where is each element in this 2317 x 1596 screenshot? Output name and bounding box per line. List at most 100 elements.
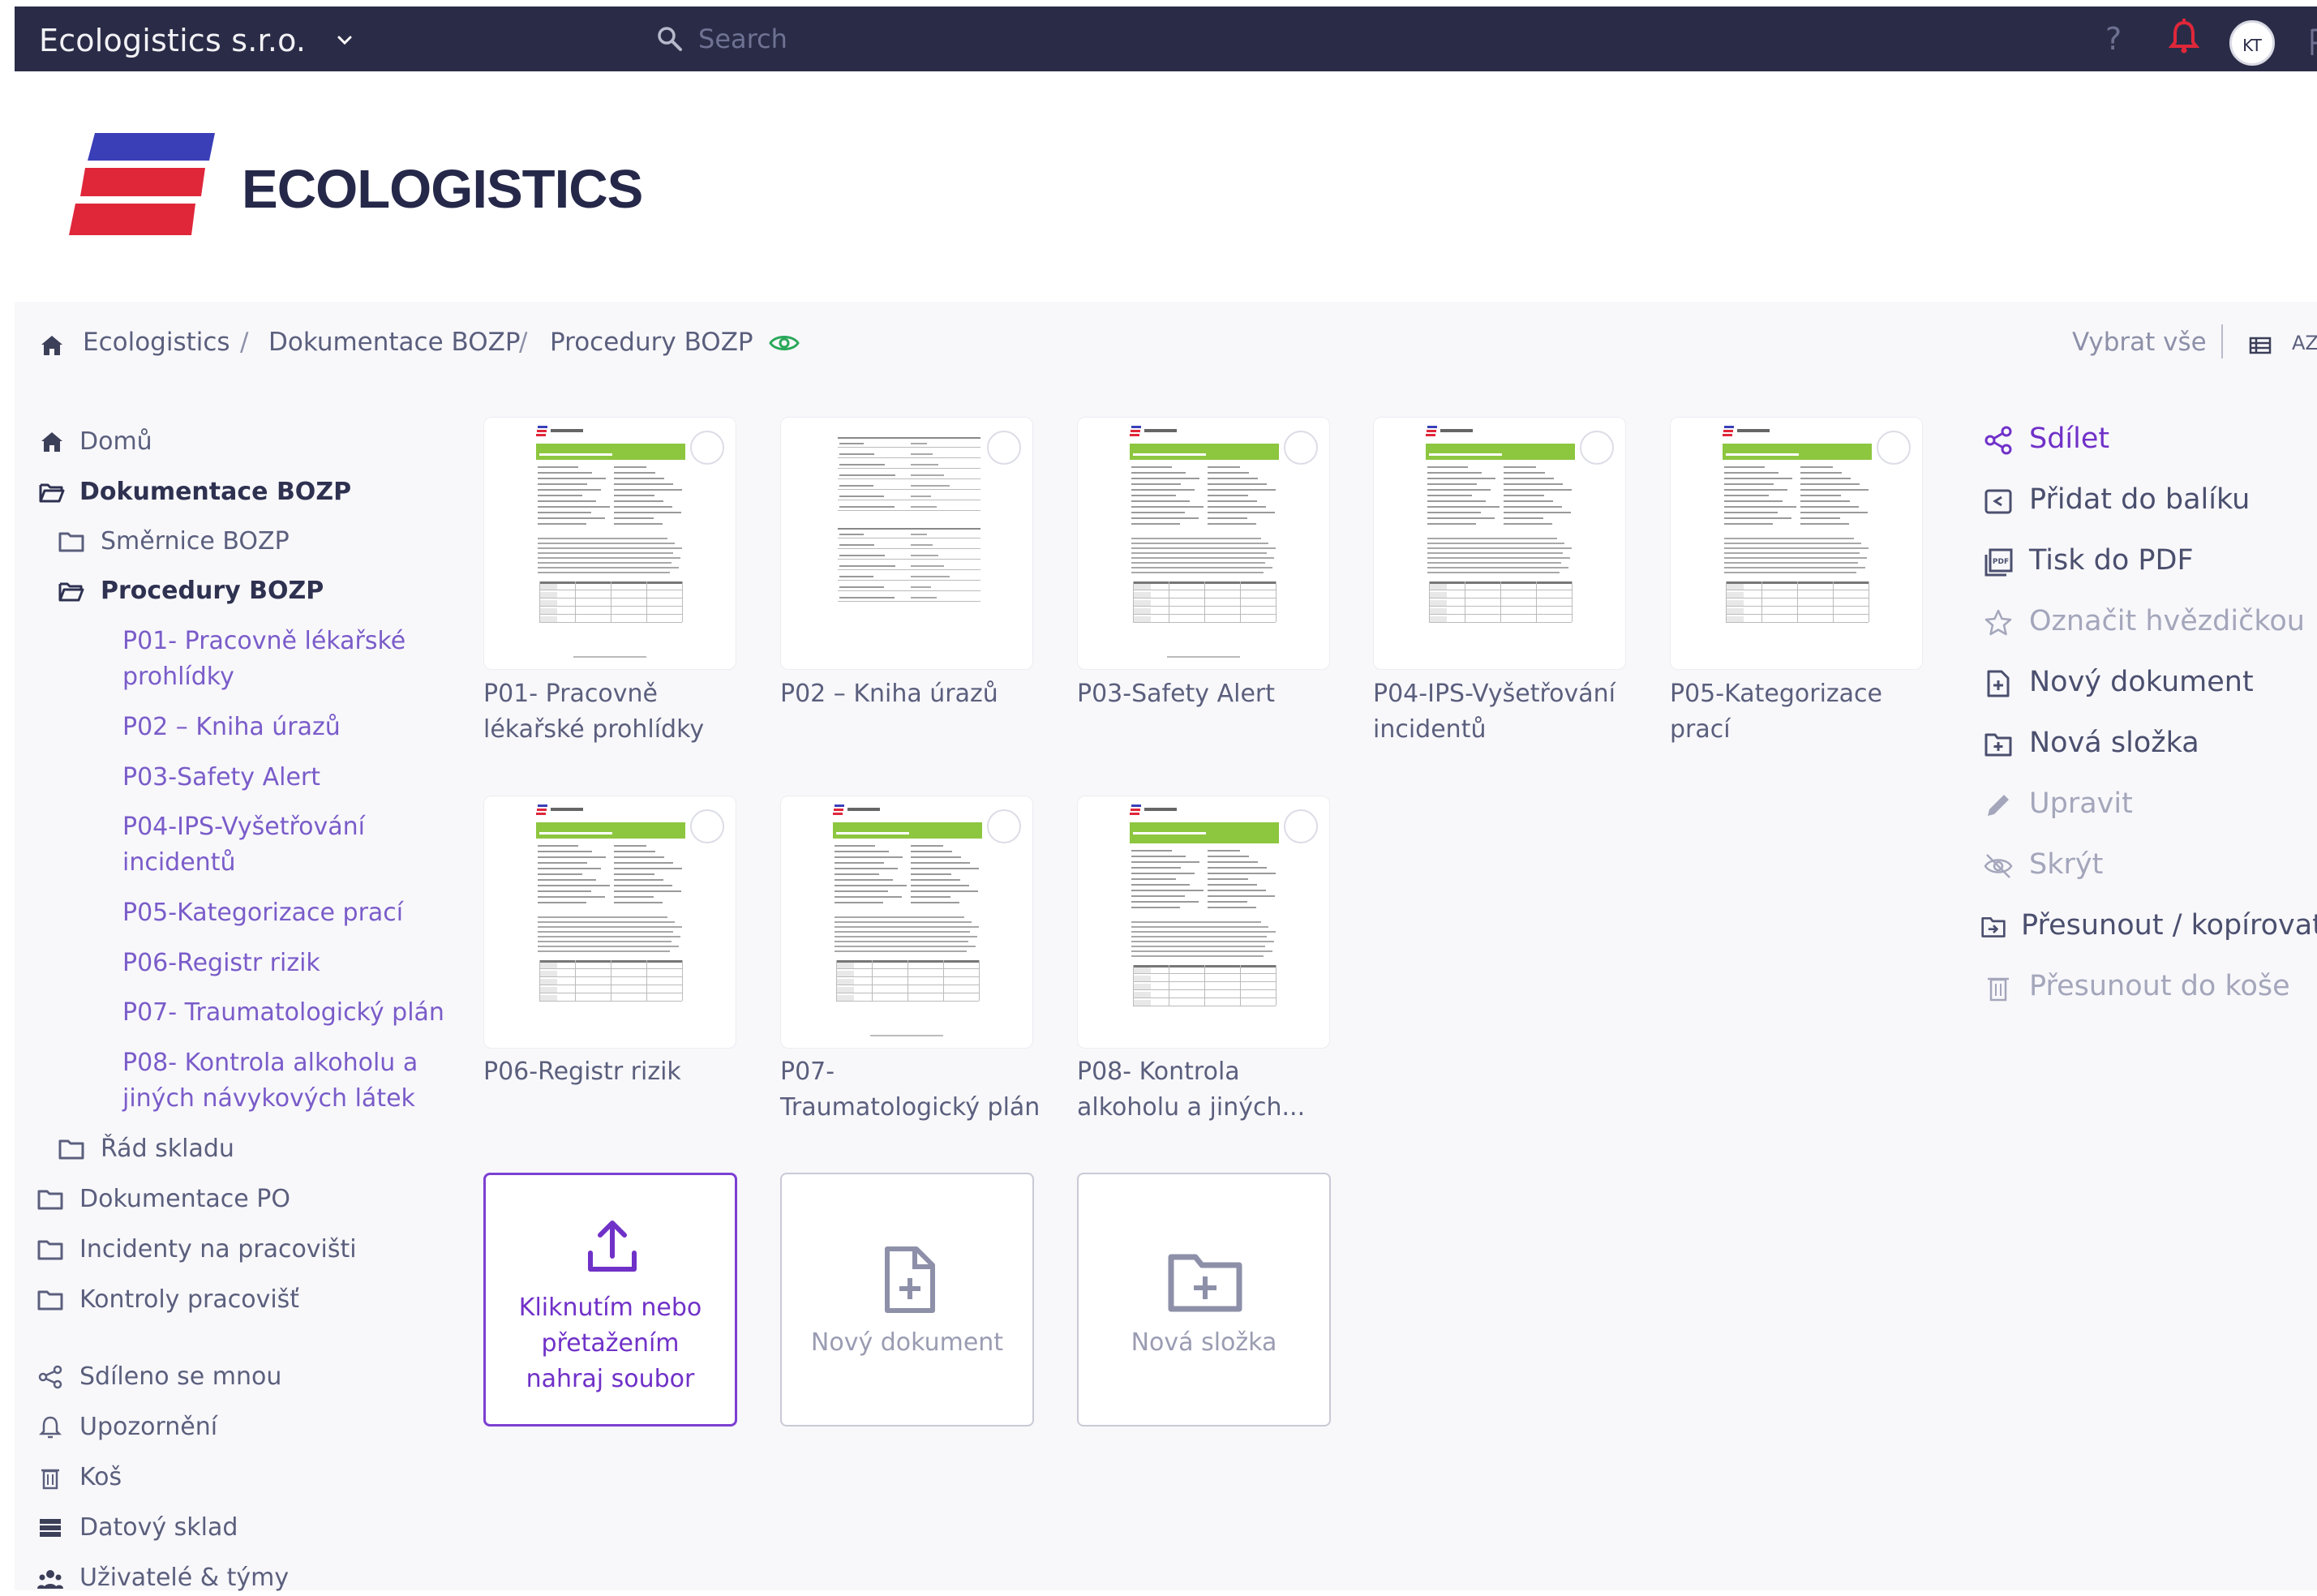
upload-label-line3: nahraj soubor bbox=[526, 1365, 695, 1393]
eye-icon[interactable] bbox=[769, 331, 800, 355]
sidebar-item-data-store[interactable]: Datový sklad bbox=[79, 1510, 238, 1546]
doc-title-p05[interactable]: P05-Kategorizace bbox=[1670, 676, 1937, 712]
doc-title-p04-line2[interactable]: incidentů bbox=[1373, 712, 1641, 748]
sidebar-item-p06[interactable]: P06-Registr rizik bbox=[122, 946, 320, 981]
sidebar-item-p05[interactable]: P05-Kategorizace prací bbox=[122, 895, 403, 931]
document-thumbnail-p04[interactable] bbox=[1373, 417, 1626, 670]
sidebar-item-rad-skladu[interactable]: Řád skladu bbox=[101, 1131, 234, 1167]
sidebar-item-p01-line2[interactable]: prohlídky bbox=[122, 659, 234, 695]
trash-icon bbox=[41, 1469, 59, 1490]
breadcrumb-procedury-bozp: Procedury BOZP bbox=[550, 328, 753, 357]
users-icon bbox=[37, 1570, 63, 1589]
select-checkbox[interactable] bbox=[690, 431, 724, 465]
sort-az-icon[interactable]: AZ bbox=[2292, 332, 2317, 354]
select-all-button[interactable]: Vybrat vše bbox=[2072, 328, 2207, 357]
database-icon bbox=[40, 1519, 61, 1537]
new-folder-tile-label: Nová složka bbox=[1131, 1328, 1277, 1357]
star-icon bbox=[1984, 609, 2012, 636]
doc-title-p08[interactable]: P08- Kontrola bbox=[1077, 1054, 1345, 1090]
action-hide-label: Skrýt bbox=[2029, 848, 2104, 881]
sidebar-item-p02[interactable]: P02 – Kniha úrazů bbox=[122, 710, 341, 745]
sidebar-item-shared[interactable]: Sdíleno se mnou bbox=[79, 1359, 281, 1395]
action-print-pdf-label: Tisk do PDF bbox=[2029, 544, 2194, 577]
help-icon[interactable]: ? bbox=[2105, 21, 2122, 57]
sidebar-item-notifications[interactable]: Upozornění bbox=[79, 1409, 217, 1445]
sidebar-item-p04-line2[interactable]: incidentů bbox=[122, 845, 235, 881]
document-thumbnail-p08[interactable] bbox=[1077, 796, 1330, 1049]
sidebar-item-users[interactable]: Uživatelé & týmy bbox=[79, 1560, 289, 1596]
move-icon bbox=[1981, 917, 2006, 937]
package-icon bbox=[1984, 489, 2012, 514]
svg-text:PDF: PDF bbox=[1993, 558, 2009, 566]
doc-title-p01[interactable]: P01- Pracovně bbox=[483, 676, 751, 712]
doc-title-p06[interactable]: P06-Registr rizik bbox=[483, 1054, 751, 1090]
sidebar-item-trash[interactable]: Koš bbox=[79, 1460, 122, 1495]
document-thumbnail-p05[interactable] bbox=[1670, 417, 1923, 670]
sidebar-item-p01[interactable]: P01- Pracovně lékařské bbox=[122, 624, 405, 659]
doc-title-p03[interactable]: P03-Safety Alert bbox=[1077, 676, 1345, 712]
sidebar-item-p07[interactable]: P07- Traumatologický plán bbox=[122, 995, 444, 1031]
home-icon bbox=[41, 432, 62, 452]
doc-title-p04[interactable]: P04-IPS-Vyšetřování bbox=[1373, 676, 1641, 712]
sidebar-item-kontroly[interactable]: Kontroly pracovišť bbox=[79, 1282, 299, 1318]
doc-title-p07-line2[interactable]: Traumatologický plán bbox=[780, 1090, 1048, 1126]
action-share-label: Sdílet bbox=[2029, 423, 2110, 455]
folder-icon bbox=[37, 1240, 63, 1260]
action-edit-label: Upravit bbox=[2029, 787, 2133, 820]
new-folder-tile[interactable]: Nová složka bbox=[1077, 1173, 1331, 1427]
sidebar-item-dokumentace-bozp[interactable]: Dokumentace BOZP bbox=[79, 474, 351, 510]
home-icon[interactable] bbox=[39, 332, 65, 358]
select-checkbox[interactable] bbox=[1580, 431, 1614, 465]
sidebar-item-home[interactable]: Domů bbox=[79, 424, 152, 460]
share-icon bbox=[1984, 426, 2012, 455]
doc-title-p08-line2[interactable]: alkoholu a jiných... bbox=[1077, 1090, 1345, 1126]
sidebar-item-procedury-bozp[interactable]: Procedury BOZP bbox=[101, 573, 324, 609]
folder-icon bbox=[58, 1139, 84, 1160]
select-checkbox[interactable] bbox=[987, 431, 1021, 465]
select-checkbox[interactable] bbox=[1284, 431, 1318, 465]
sidebar-item-smernice-bozp[interactable]: Směrnice BOZP bbox=[101, 524, 290, 560]
document-thumbnail-p01[interactable] bbox=[483, 417, 736, 670]
organization-name[interactable]: Ecologistics s.r.o. bbox=[39, 23, 306, 58]
doc-title-p05-line2[interactable]: prací bbox=[1670, 712, 1937, 748]
new-folder-icon bbox=[1984, 733, 2012, 757]
sidebar-item-p04[interactable]: P04-IPS-Vyšetřování bbox=[122, 809, 365, 845]
upload-label-line1: Kliknutím nebo bbox=[518, 1294, 702, 1322]
select-checkbox[interactable] bbox=[690, 809, 724, 843]
list-view-icon[interactable] bbox=[2249, 336, 2272, 355]
avatar[interactable]: KT bbox=[2229, 20, 2275, 66]
sidebar-item-dokumentace-po[interactable]: Dokumentace PO bbox=[79, 1182, 290, 1217]
doc-title-p02[interactable]: P02 – Kniha úrazů bbox=[780, 676, 1048, 712]
select-checkbox[interactable] bbox=[1284, 809, 1318, 843]
upload-icon bbox=[588, 1221, 637, 1272]
search-input[interactable]: Search bbox=[698, 24, 787, 54]
new-document-icon bbox=[1987, 670, 2010, 697]
select-checkbox[interactable] bbox=[1877, 431, 1911, 465]
bell-icon[interactable] bbox=[2168, 18, 2200, 57]
document-thumbnail-p07[interactable] bbox=[780, 796, 1033, 1049]
sidebar-item-p03[interactable]: P03-Safety Alert bbox=[122, 760, 320, 796]
upload-label-line2: přetažením bbox=[541, 1329, 680, 1358]
new-document-icon bbox=[885, 1246, 935, 1313]
chevron-down-icon[interactable] bbox=[335, 31, 354, 50]
breadcrumb-separator: / bbox=[240, 328, 249, 357]
doc-title-p07[interactable]: P07- bbox=[780, 1054, 1048, 1090]
folder-open-icon bbox=[58, 582, 84, 602]
document-thumbnail-p06[interactable] bbox=[483, 796, 736, 1049]
new-document-tile[interactable]: Nový dokument bbox=[780, 1173, 1034, 1427]
document-thumbnail-p02[interactable] bbox=[780, 417, 1033, 670]
breadcrumb-ecologistics[interactable]: Ecologistics bbox=[83, 328, 230, 357]
sidebar-item-p08[interactable]: P08- Kontrola alkoholu a bbox=[122, 1045, 418, 1081]
select-checkbox[interactable] bbox=[987, 809, 1021, 843]
sidebar-item-p08-line2[interactable]: jiných návykových látek bbox=[122, 1081, 415, 1117]
flag-icon[interactable] bbox=[2308, 26, 2317, 57]
document-thumbnail-p03[interactable] bbox=[1077, 417, 1330, 670]
action-add-to-package-label: Přidat do balíku bbox=[2029, 483, 2250, 516]
brand-name: ECOLOGISTICS bbox=[242, 159, 643, 220]
breadcrumb-dokumentace-bozp[interactable]: Dokumentace BOZP bbox=[268, 328, 521, 357]
action-move-to-trash-label: Přesunout do koše bbox=[2029, 970, 2290, 1002]
sidebar-item-incidenty[interactable]: Incidenty na pracovišti bbox=[79, 1232, 357, 1268]
upload-dropzone[interactable]: Kliknutím nebo přetažením nahraj soubor bbox=[483, 1173, 737, 1427]
doc-title-p01-line2[interactable]: lékařské prohlídky bbox=[483, 712, 751, 748]
new-folder-icon bbox=[1168, 1254, 1242, 1312]
